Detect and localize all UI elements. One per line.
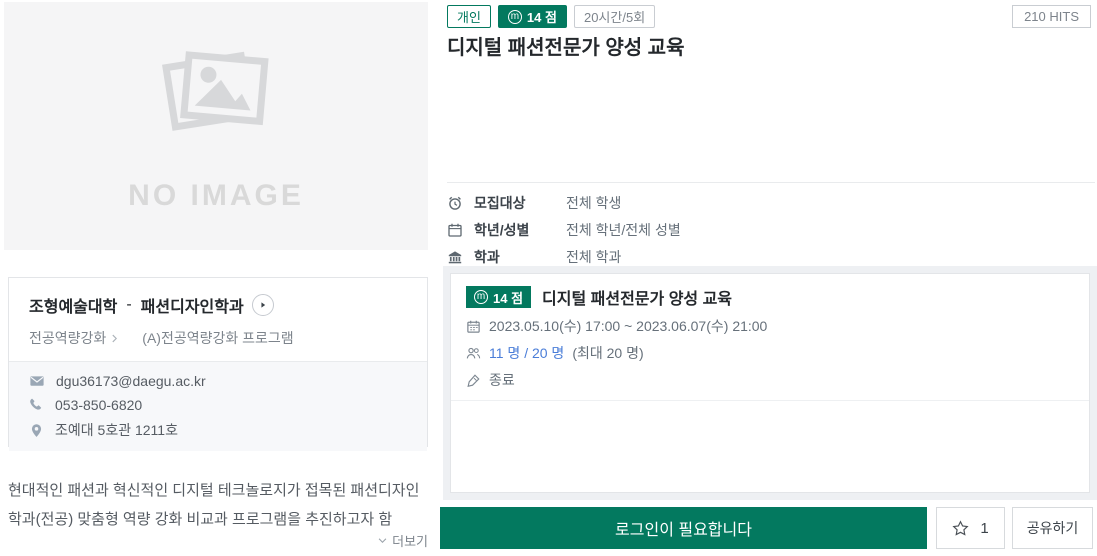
contact-phone: 053-850-6820 bbox=[55, 397, 142, 413]
session-period-row: 2023.05.10(수) 17:00 ~ 2023.06.07(수) 21:0… bbox=[466, 316, 1074, 336]
info-value: 전체 학생 bbox=[566, 193, 621, 213]
pen-icon bbox=[466, 373, 481, 388]
chevron-down-icon bbox=[377, 535, 388, 546]
more-row: 더보기 bbox=[8, 531, 428, 550]
badge-row: 개인 m 14 점 20시간/5회 bbox=[447, 5, 655, 28]
share-button[interactable]: 공유하기 bbox=[1012, 507, 1093, 549]
info-rows: 모집대상 전체 학생 학년/성별 전체 학년/전체 성별 학과 전체 학과 bbox=[447, 189, 681, 270]
no-image-icon bbox=[152, 40, 280, 153]
mail-icon bbox=[29, 373, 45, 389]
favorite-count: 1 bbox=[980, 520, 988, 537]
phone-icon bbox=[29, 397, 44, 412]
mileage-icon: m bbox=[508, 10, 522, 24]
contact-phone-row: 053-850-6820 bbox=[29, 397, 407, 413]
session-status-row: 종료 bbox=[466, 370, 1074, 390]
capacity-current: 11 명 / 20 명 bbox=[489, 343, 564, 363]
capacity-max: (최대 20 명) bbox=[572, 343, 643, 363]
no-image-label: NO IMAGE bbox=[128, 179, 304, 213]
calendar-icon bbox=[447, 222, 465, 238]
session-capacity-row: 11 명 / 20 명 (최대 20 명) bbox=[466, 343, 1074, 363]
program-thumbnail-placeholder: NO IMAGE bbox=[4, 2, 428, 250]
points-badge-label: 14 점 bbox=[527, 7, 557, 26]
points-badge: m 14 점 bbox=[498, 5, 567, 28]
more-link[interactable]: 더보기 bbox=[377, 531, 428, 550]
program-category: 전공역량강화 bbox=[29, 328, 120, 348]
info-row-grade-gender: 학년/성별 전체 학년/전체 성별 bbox=[447, 216, 681, 243]
clock-icon bbox=[447, 195, 465, 211]
college-name: 조형예술대학 bbox=[29, 293, 117, 317]
people-icon bbox=[466, 346, 481, 361]
info-label: 학과 bbox=[474, 247, 566, 267]
contact-email: dgu36173@daegu.ac.kr bbox=[56, 373, 206, 389]
session-period: 2023.05.10(수) 17:00 ~ 2023.06.07(수) 21:0… bbox=[489, 316, 767, 336]
hours-badge: 20시간/5회 bbox=[574, 5, 655, 28]
more-link-label: 더보기 bbox=[392, 531, 428, 550]
contact-section: dgu36173@daegu.ac.kr 053-850-6820 조예대 5호… bbox=[9, 361, 427, 451]
page-title: 디지털 패션전문가 양성 교육 bbox=[447, 31, 684, 60]
institution-icon bbox=[447, 249, 465, 265]
contact-location: 조예대 5호관 1211호 bbox=[55, 420, 178, 440]
session-points-badge: m 14 점 bbox=[466, 286, 531, 308]
chevron-right-icon bbox=[109, 333, 120, 344]
calendar-icon bbox=[466, 319, 481, 334]
info-row-target: 모집대상 전체 학생 bbox=[447, 189, 681, 216]
program-description: 현대적인 패션과 혁신적인 디지털 테크놀로지가 접목된 패션디자인학과(전공)… bbox=[8, 476, 430, 534]
info-label: 모집대상 bbox=[474, 193, 566, 213]
mileage-icon: m bbox=[474, 290, 488, 304]
star-icon bbox=[952, 520, 969, 537]
contact-location-row: 조예대 5호관 1211호 bbox=[29, 420, 407, 440]
session-points-label: 14 점 bbox=[493, 288, 523, 307]
program-type-label: (A)전공역량강화 프로그램 bbox=[142, 328, 293, 348]
session-card-empty-area bbox=[451, 401, 1089, 492]
hits-badge: 210 HITS bbox=[1012, 5, 1091, 28]
info-value: 전체 학년/전체 성별 bbox=[566, 220, 681, 240]
header-divider bbox=[447, 182, 1095, 183]
session-card-info: m 14 점 디지털 패션전문가 양성 교육 2023.05.10(수) 17:… bbox=[451, 274, 1089, 401]
info-label: 학년/성별 bbox=[474, 220, 566, 240]
department-card: 조형예술대학 - 패션디자인학과 전공역량강화 (A)전공역량강화 프로그램 bbox=[8, 277, 428, 447]
favorite-button[interactable]: 1 bbox=[936, 507, 1005, 549]
session-panel: m 14 점 디지털 패션전문가 양성 교육 2023.05.10(수) 17:… bbox=[443, 266, 1097, 500]
session-title: 디지털 패션전문가 양성 교육 bbox=[542, 285, 732, 309]
info-value: 전체 학과 bbox=[566, 247, 621, 267]
session-status: 종료 bbox=[489, 370, 515, 390]
login-required-button[interactable]: 로그인이 필요합니다 bbox=[440, 507, 927, 549]
play-button[interactable] bbox=[252, 294, 274, 316]
program-category-label: 전공역량강화 bbox=[29, 328, 106, 348]
college-department-separator: - bbox=[126, 296, 131, 314]
contact-email-row: dgu36173@daegu.ac.kr bbox=[29, 373, 407, 389]
location-pin-icon bbox=[29, 423, 44, 438]
department-card-header: 조형예술대학 - 패션디자인학과 전공역량강화 (A)전공역량강화 프로그램 bbox=[9, 278, 427, 361]
program-detail-page: NO IMAGE 개인 m 14 점 20시간/5회 210 HITS 디지털 … bbox=[0, 0, 1097, 556]
personal-badge: 개인 bbox=[447, 5, 491, 28]
session-card[interactable]: m 14 점 디지털 패션전문가 양성 교육 2023.05.10(수) 17:… bbox=[450, 273, 1090, 493]
department-name: 패션디자인학과 bbox=[141, 293, 244, 317]
